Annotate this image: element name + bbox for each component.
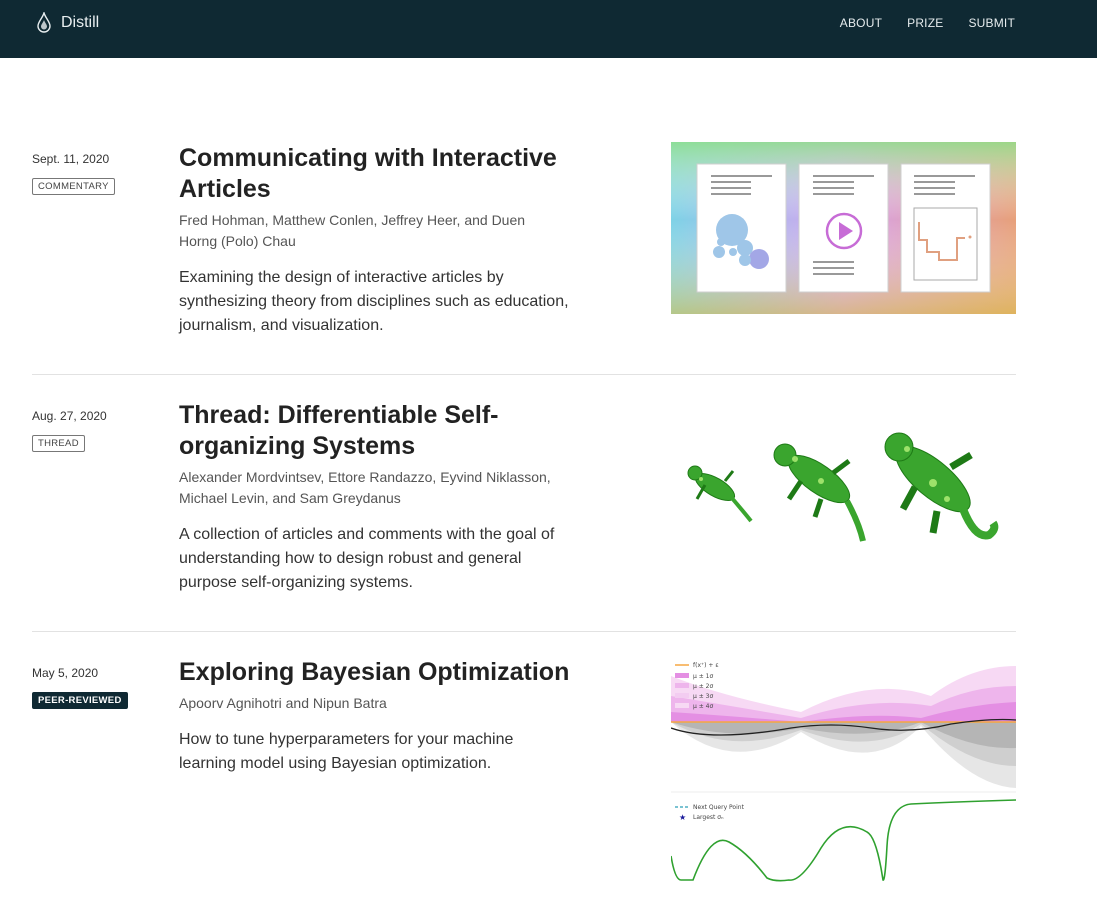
distill-logo-icon <box>37 12 51 33</box>
post-thumbnail-interactive-articles[interactable] <box>671 142 1016 314</box>
post-authors: Alexander Mordvintsev, Ettore Randazzo, … <box>179 469 551 506</box>
legend-fx-label: f(x⁺) + ε <box>693 662 719 669</box>
post-thumbnail-bayesian-optimization[interactable]: f(x⁺) + ε μ ± 1σ μ ± 2σ μ ± 3σ μ ± 4σ Ne… <box>671 656 1016 888</box>
post-tag-badge: THREAD <box>32 435 85 452</box>
nav-links: ABOUT PRIZE SUBMIT <box>840 16 1015 30</box>
legend-3sigma-label: μ ± 3σ <box>693 693 713 700</box>
post-date: Aug. 27, 2020 <box>32 409 107 423</box>
post-authors: Apoorv Agnihotri and Nipun Batra <box>179 695 387 711</box>
post-title-link[interactable]: Exploring Bayesian Optimization <box>179 657 589 688</box>
brand-name: Distill <box>61 14 100 31</box>
legend-2sigma-label: μ ± 2σ <box>693 683 713 690</box>
legend-next-query-label: Next Query Point <box>693 804 745 811</box>
top-navigation-bar: Distill ABOUT PRIZE SUBMIT <box>0 0 1097 58</box>
svg-text:★: ★ <box>679 813 686 822</box>
nav-prize-link[interactable]: PRIZE <box>907 16 943 30</box>
brand-link[interactable]: Distill <box>36 10 99 36</box>
post-description: A collection of articles and comments wi… <box>179 526 555 591</box>
nav-about-link[interactable]: ABOUT <box>840 16 882 30</box>
legend-1sigma-label: μ ± 1σ <box>693 673 713 680</box>
post-date: Sept. 11, 2020 <box>32 152 110 166</box>
post-date: May 5, 2020 <box>32 666 99 680</box>
nav-submit-link[interactable]: SUBMIT <box>968 16 1015 30</box>
post-list-item: Aug. 27, 2020 THREAD Thread: Differentia… <box>32 399 1016 632</box>
legend-4sigma-label: μ ± 4σ <box>693 703 713 710</box>
post-description: Examining the design of interactive arti… <box>179 269 569 334</box>
post-title-link[interactable]: Thread: Differentiable Self-organizing S… <box>179 400 589 462</box>
post-thumbnail-lizards[interactable] <box>671 399 1016 571</box>
post-title-link[interactable]: Communicating with Interactive Articles <box>179 143 589 205</box>
post-list-item: May 5, 2020 PEER-REVIEWED Exploring Baye… <box>32 656 1016 903</box>
post-tag-badge: COMMENTARY <box>32 178 115 195</box>
post-list-item: Sept. 11, 2020 COMMENTARY Communicating … <box>32 142 1016 375</box>
post-authors: Fred Hohman, Matthew Conlen, Jeffrey Hee… <box>179 212 526 249</box>
post-description: How to tune hyperparameters for your mac… <box>179 731 514 772</box>
legend-largest-sigma-label: Largest σₙ <box>693 814 724 821</box>
post-tag-badge: PEER-REVIEWED <box>32 692 128 709</box>
